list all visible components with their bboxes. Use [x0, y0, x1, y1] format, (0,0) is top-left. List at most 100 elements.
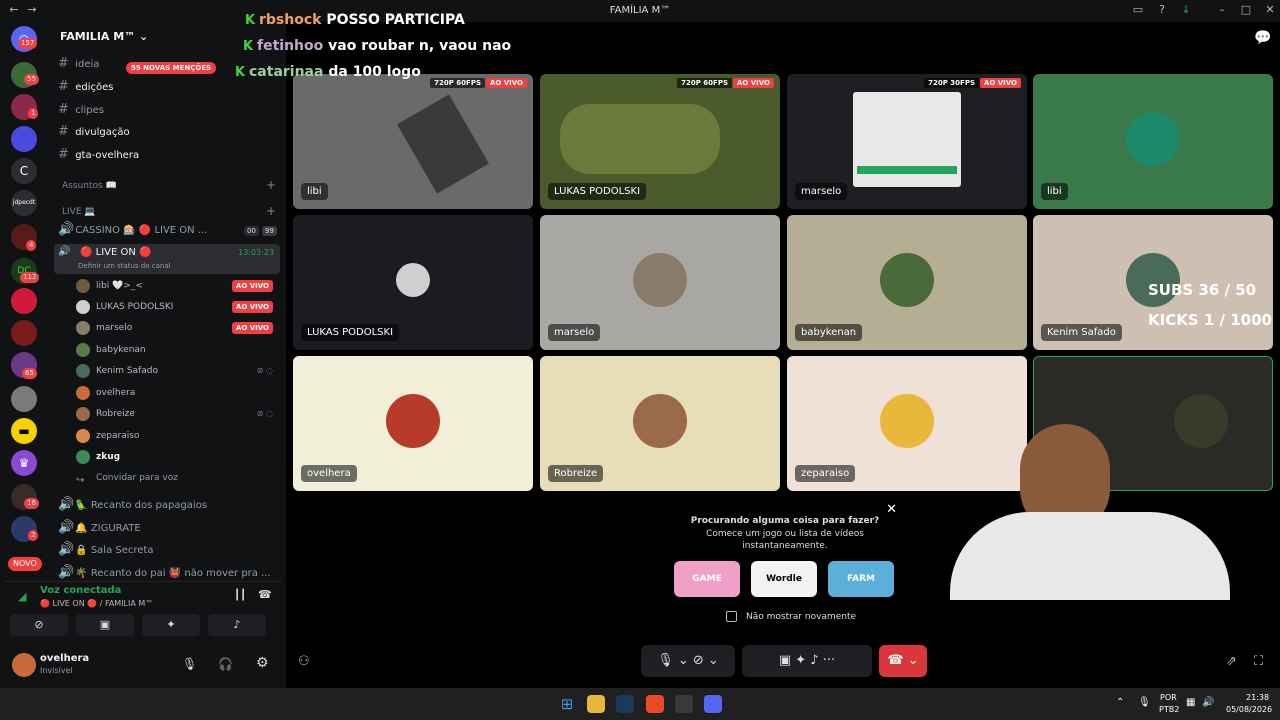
- language-indicator[interactable]: POR: [1160, 693, 1177, 702]
- file-explorer-icon[interactable]: [587, 695, 605, 713]
- activity-game-card[interactable]: Wordle: [751, 561, 817, 597]
- discord-icon[interactable]: [704, 695, 722, 713]
- mentions-badge[interactable]: 55 NOVAS MENÇÕES: [126, 62, 217, 74]
- dont-show-checkbox[interactable]: [726, 611, 737, 622]
- video-tile[interactable]: babykenan: [787, 215, 1027, 350]
- voice-status-title[interactable]: Voz conectada: [40, 585, 121, 596]
- server-letter-icon[interactable]: C: [11, 158, 37, 184]
- voice-status-channel[interactable]: 🔴 LIVE ON 🔴 / FAMILIA M™: [40, 599, 153, 608]
- channel-status[interactable]: Definir um status do canal: [78, 262, 171, 270]
- brave-icon[interactable]: [646, 695, 664, 713]
- server-icon[interactable]: [11, 320, 37, 346]
- tray-chevron-icon[interactable]: ⌃: [1116, 697, 1124, 708]
- member-row[interactable]: libi 🤍>_< AO VIVO: [76, 276, 281, 296]
- disconnect-icon[interactable]: ☎: [258, 588, 272, 601]
- stream-tile[interactable]: 720P 60FPS AO VIVO libi: [293, 74, 533, 209]
- headphones-icon[interactable]: 🎧: [218, 657, 233, 671]
- tile-name: marselo: [548, 324, 601, 341]
- user-count: 00: [244, 226, 259, 236]
- server-icon[interactable]: [11, 386, 37, 412]
- add-channel-icon[interactable]: +: [266, 178, 276, 192]
- member-row[interactable]: marselo AO VIVO: [76, 318, 281, 338]
- user-name[interactable]: ovelhera: [40, 653, 89, 664]
- add-channel-icon[interactable]: +: [266, 204, 276, 218]
- fullscreen-icon[interactable]: ⛶: [1254, 654, 1263, 669]
- user-panel: ovelhera Invisível 🎙 🎧 ⚙: [4, 645, 282, 685]
- activity-game-card[interactable]: FARM: [828, 561, 894, 597]
- activity-controls[interactable]: ▣ ✦ ♪ ···: [742, 645, 872, 677]
- maximize-icon[interactable]: □: [1240, 4, 1252, 16]
- help-icon[interactable]: ?: [1156, 4, 1168, 16]
- chat-user: fetinhoo: [257, 38, 324, 54]
- video-tile[interactable]: ovelhera: [293, 356, 533, 491]
- popout-icon[interactable]: ⇗: [1226, 654, 1237, 669]
- channel-edicoes[interactable]: # edições: [58, 77, 278, 97]
- server-icon[interactable]: [11, 288, 37, 314]
- video-tile[interactable]: marselo: [540, 215, 780, 350]
- avatar[interactable]: [12, 653, 36, 677]
- member-row[interactable]: ovelhera: [76, 383, 281, 403]
- category-live[interactable]: LIVE 💻: [62, 207, 96, 217]
- channel-timer: 13:03:23: [238, 248, 274, 257]
- steam-icon[interactable]: [616, 695, 634, 713]
- close-icon[interactable]: ✕: [886, 502, 897, 517]
- voice-channel-zigurate[interactable]: 🔊 🔔 ZIGURATE: [58, 518, 278, 538]
- chat-bubble-icon[interactable]: 💬: [1254, 30, 1271, 46]
- video-tile[interactable]: LUKAS PODOLSKI: [293, 215, 533, 350]
- invite-label: Convidar para voz: [96, 473, 178, 483]
- voice-channel-recanto-pai[interactable]: 🔊 🌴 Recanto do pai 👹 não mover pra ...: [58, 563, 278, 583]
- video-tile[interactable]: Robreize: [540, 356, 780, 491]
- clock-date[interactable]: 05/08/2026: [1226, 705, 1272, 714]
- windows-start-icon[interactable]: ⊞: [558, 695, 576, 713]
- network-icon[interactable]: ▦: [1186, 697, 1195, 708]
- tray-mic-icon[interactable]: 🎙: [1138, 697, 1151, 708]
- server-icon[interactable]: ▬: [11, 418, 37, 444]
- inbox-icon[interactable]: ▭: [1132, 4, 1144, 16]
- settings-gear-icon[interactable]: ⚙: [256, 655, 269, 671]
- tile-name: libi: [301, 183, 328, 200]
- server-header[interactable]: FAMILIA M™ ⌄: [60, 30, 148, 43]
- category-assuntos[interactable]: Assuntos 📖: [62, 181, 117, 191]
- activity-game-card[interactable]: GAME: [674, 561, 740, 597]
- voice-channel-sala-secreta[interactable]: 🔊 🔒 Sala Secreta: [58, 540, 278, 560]
- server-icon[interactable]: ♛: [11, 450, 37, 476]
- server-badge: 65: [22, 368, 37, 379]
- voice-channel-live-on[interactable]: 🔊 🔴 LIVE ON 🔴 13:03:23 Definir um status…: [54, 244, 280, 274]
- add-person-icon[interactable]: ⚇: [298, 654, 310, 669]
- member-row[interactable]: zeparaiso: [76, 426, 281, 446]
- app-icon[interactable]: [675, 695, 693, 713]
- clock-time[interactable]: 21:38: [1246, 693, 1269, 702]
- chevron-down-icon: ⌄: [139, 30, 149, 43]
- screen-share-button[interactable]: ▣: [76, 614, 134, 636]
- volume-icon[interactable]: 🔊: [1202, 697, 1214, 708]
- download-icon[interactable]: ↓: [1180, 4, 1192, 16]
- invite-to-voice[interactable]: ↪ Convidar para voz: [76, 468, 281, 488]
- microphone-icon[interactable]: 🎙: [182, 657, 197, 671]
- activities-button[interactable]: ✦: [142, 614, 200, 636]
- close-icon[interactable]: ✕: [1264, 4, 1276, 16]
- noise-suppression-icon[interactable]: ┃┃: [234, 590, 246, 601]
- stream-tile[interactable]: 720P 30FPS AO VIVO marselo: [787, 74, 1027, 209]
- member-row[interactable]: babykenan: [76, 340, 281, 360]
- server-text-icon[interactable]: jdpecdt: [11, 190, 37, 216]
- server-badge: 112: [20, 272, 40, 283]
- leave-call-button[interactable]: ☎ ⌄: [879, 645, 927, 677]
- member-row[interactable]: Robreize ⊘ ◌: [76, 404, 281, 424]
- member-row[interactable]: zkug: [76, 447, 281, 467]
- voice-connected-panel: ◢ Voz conectada 🔴 LIVE ON 🔴 / FAMILIA M™…: [4, 581, 282, 641]
- webcam-person-body: [950, 512, 1230, 600]
- stream-tile[interactable]: 720P 60FPS AO VIVO LUKAS PODOLSKI: [540, 74, 780, 209]
- mic-control[interactable]: 🎙 ⌄ ⊘ ⌄: [641, 645, 735, 677]
- keyboard-layout[interactable]: PTB2: [1159, 705, 1179, 714]
- channel-divulgacao[interactable]: # divulgação: [58, 122, 278, 142]
- channel-gta-ovelhera[interactable]: # gta-ovelhera: [58, 145, 278, 165]
- channel-clipes[interactable]: # clipes: [58, 100, 278, 120]
- soundboard-button[interactable]: ♪: [208, 614, 266, 636]
- minimize-icon[interactable]: –: [1216, 4, 1228, 16]
- voice-channel-recanto[interactable]: 🔊 🦜 Recanto dos papagaios: [58, 495, 278, 515]
- video-tile[interactable]: libi: [1033, 74, 1273, 209]
- member-row[interactable]: Kenim Safado ⊘ ◌: [76, 361, 281, 381]
- camera-off-button[interactable]: ⊘: [10, 614, 68, 636]
- server-icon[interactable]: [11, 126, 37, 152]
- member-row[interactable]: LUKAS PODOLSKI AO VIVO: [76, 297, 281, 317]
